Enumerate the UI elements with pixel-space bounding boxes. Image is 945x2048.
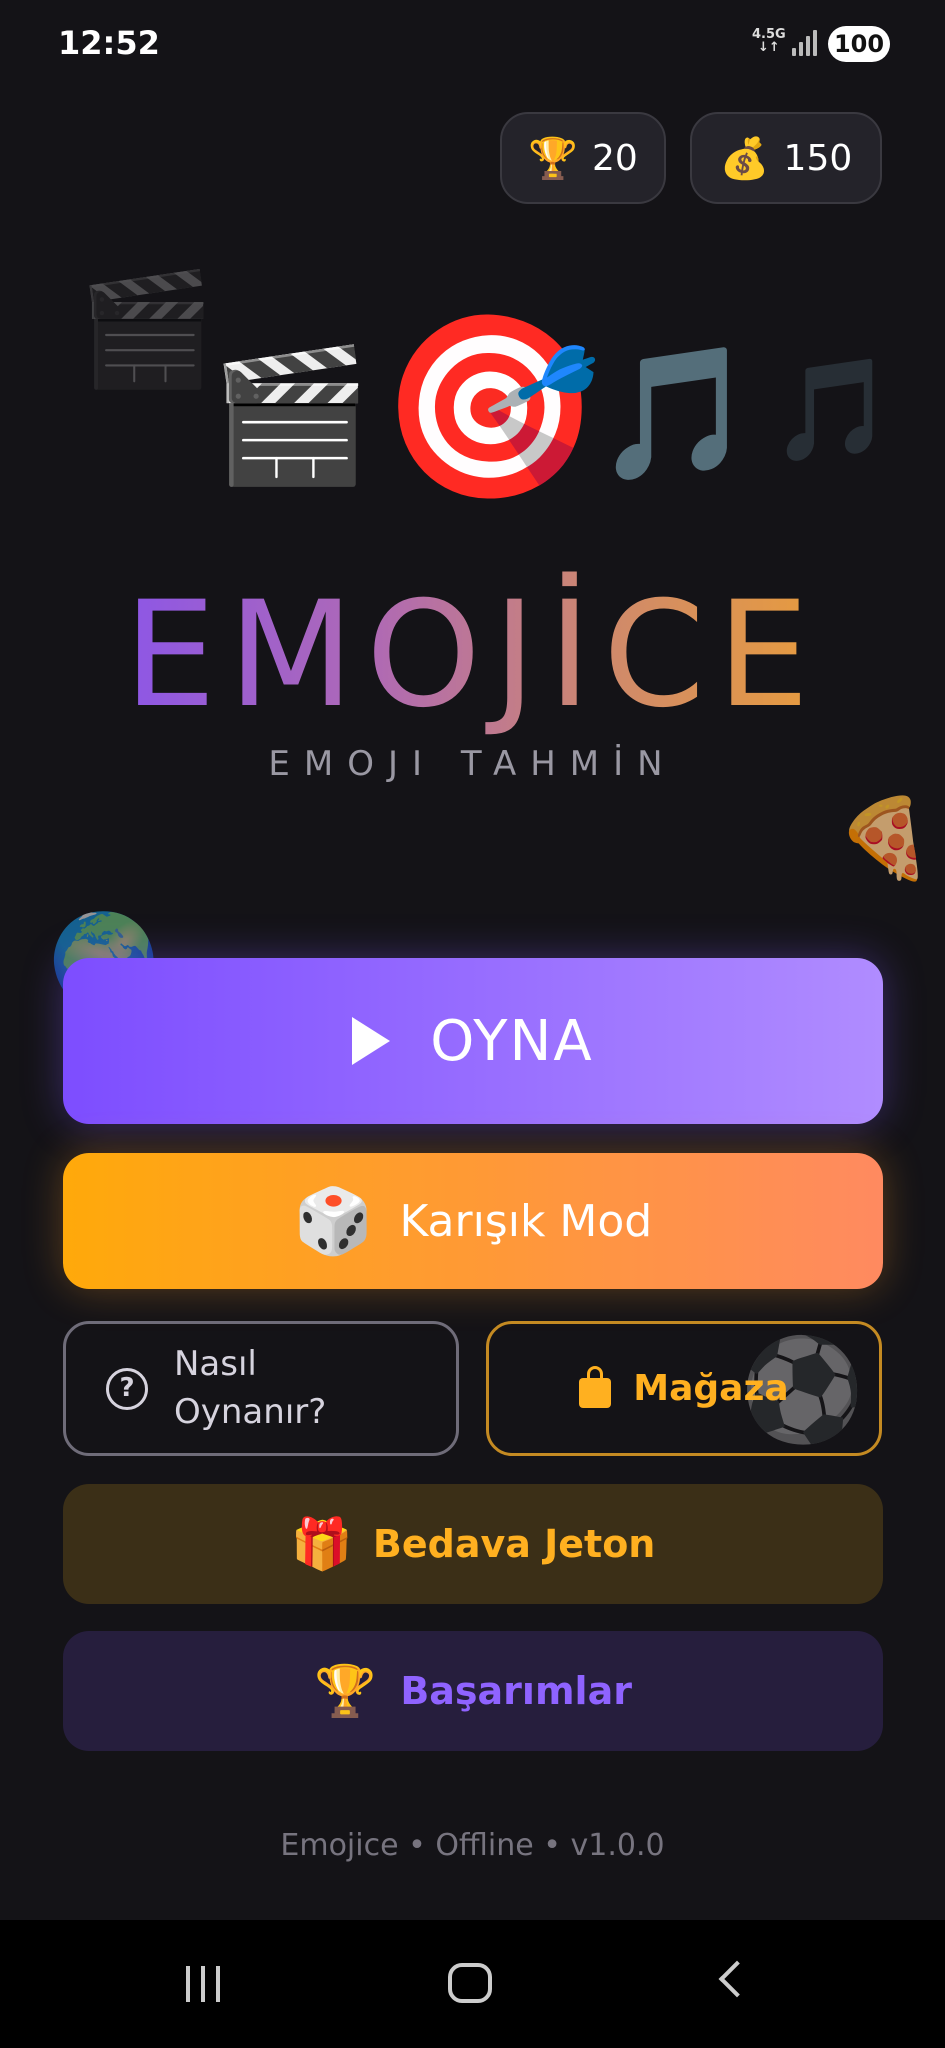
app-subtitle: EMOJI TAHMİN bbox=[268, 744, 677, 784]
shop-button[interactable]: Mağaza bbox=[486, 1321, 882, 1456]
free-coins-button[interactable]: 🎁 Bedava Jeton bbox=[63, 1484, 883, 1604]
play-button-label: OYNA bbox=[430, 1008, 594, 1074]
status-time: 12:52 bbox=[58, 24, 160, 62]
mixed-mode-button[interactable]: 🎲 Karışık Mod bbox=[63, 1153, 883, 1289]
signal-icon bbox=[792, 28, 818, 56]
achievements-label: Başarımlar bbox=[400, 1669, 632, 1713]
bullseye-icon: 🎯 bbox=[378, 303, 603, 512]
trophy-count: 20 bbox=[592, 137, 638, 179]
play-icon bbox=[352, 1017, 391, 1065]
footer-version: Emojice • Offline • v1.0.0 bbox=[280, 1828, 665, 1863]
trophy-icon: 🏆 bbox=[528, 135, 578, 182]
home-icon[interactable] bbox=[448, 1963, 492, 2003]
shop-label: Mağaza bbox=[633, 1368, 789, 1409]
trophy-counter[interactable]: 🏆 20 bbox=[500, 112, 666, 204]
coin-count: 150 bbox=[783, 137, 853, 179]
play-button[interactable]: OYNA bbox=[63, 958, 883, 1124]
shopping-bag-icon bbox=[579, 1365, 612, 1408]
trophy-icon: 🏆 bbox=[314, 1661, 377, 1720]
mixed-mode-label: Karışık Mod bbox=[399, 1195, 653, 1247]
question-icon: ? bbox=[106, 1367, 148, 1410]
music-note-bg-icon: 🎵 bbox=[770, 351, 895, 468]
coin-counter[interactable]: 💰 150 bbox=[690, 112, 882, 204]
gift-icon: 🎁 bbox=[290, 1514, 353, 1573]
achievements-button[interactable]: 🏆 Başarımlar bbox=[63, 1631, 883, 1751]
money-bag-icon: 💰 bbox=[719, 135, 770, 182]
how-to-play-label: Nasıl Oynanır? bbox=[174, 1343, 327, 1432]
music-note-icon: 🎵 bbox=[594, 337, 756, 489]
free-coins-label: Bedava Jeton bbox=[372, 1522, 656, 1566]
pizza-bg-icon: 🍕 bbox=[836, 794, 934, 884]
app-logo-title: EMOJİCE bbox=[0, 570, 945, 740]
network-type: 4.5G ↓↑ bbox=[752, 27, 786, 55]
battery-indicator: 100 bbox=[828, 26, 890, 62]
recent-apps-icon[interactable] bbox=[186, 1966, 220, 2002]
how-to-play-button[interactable]: ? Nasıl Oynanır? bbox=[63, 1321, 459, 1456]
clapper-board-icon: 🎬 bbox=[210, 339, 372, 491]
dice-icon: 🎲 bbox=[293, 1184, 374, 1259]
clapper-board-bg-icon: 🎬 bbox=[78, 265, 215, 393]
